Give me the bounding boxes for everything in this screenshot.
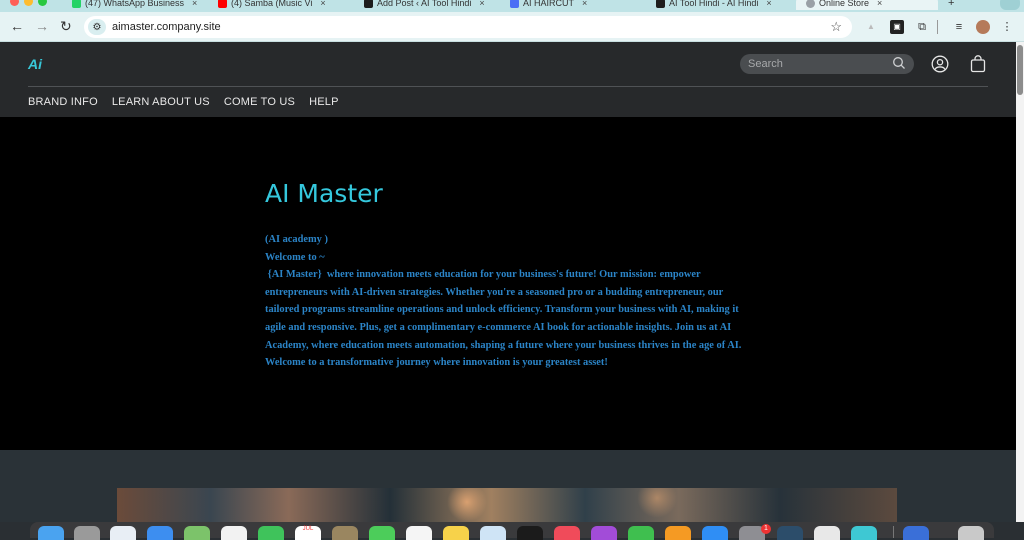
dock-separator bbox=[893, 526, 894, 538]
banner-image bbox=[117, 488, 897, 522]
site-settings-icon[interactable]: ⚙ bbox=[88, 19, 106, 35]
site-header: Ai Search BRAND INFO LEARN ABOUT US COME… bbox=[0, 42, 1016, 117]
close-tab-icon[interactable]: × bbox=[766, 0, 771, 8]
tab-ai-tool-hindi[interactable]: AI Tool Hindi - AI Hindi × bbox=[656, 0, 788, 10]
tab-youtube[interactable]: (4) Samba (Music Vi × bbox=[218, 0, 350, 10]
tab-label: (47) WhatsApp Business bbox=[85, 0, 185, 8]
minimize-window-button[interactable] bbox=[24, 0, 33, 6]
tab-add-post[interactable]: Add Post ‹ AI Tool Hindi × bbox=[364, 0, 496, 10]
close-window-button[interactable] bbox=[10, 0, 19, 6]
tab-whatsapp[interactable]: (47) WhatsApp Business × bbox=[72, 0, 204, 10]
main-nav: BRAND INFO LEARN ABOUT US COME TO US HEL… bbox=[28, 96, 339, 108]
address-bar[interactable]: ⚙ aimaster.company.site ☆ bbox=[84, 16, 852, 38]
nav-help[interactable]: HELP bbox=[309, 96, 339, 108]
whatsapp-icon bbox=[72, 0, 81, 8]
tab-search-icon[interactable] bbox=[1000, 0, 1020, 10]
more-menu-icon[interactable]: ⋮ bbox=[1000, 20, 1014, 34]
media-controls-icon[interactable]: ≡ bbox=[952, 20, 966, 34]
forward-arrow-icon[interactable]: → bbox=[35, 19, 49, 33]
extension-icon[interactable]: ▣ bbox=[890, 20, 904, 34]
header-divider bbox=[28, 86, 988, 87]
close-tab-icon[interactable]: × bbox=[479, 0, 484, 8]
close-tab-icon[interactable]: × bbox=[877, 0, 882, 8]
tab-label: AI HAIRCUT bbox=[523, 0, 575, 8]
hero-welcome: Welcome to ~ bbox=[265, 251, 325, 263]
site-favicon-icon bbox=[510, 0, 519, 8]
browser-tab-strip: (47) WhatsApp Business × (4) Samba (Musi… bbox=[0, 0, 1024, 12]
tab-label: (4) Samba (Music Vi bbox=[231, 0, 313, 8]
new-tab-button[interactable]: + bbox=[948, 0, 954, 10]
close-tab-icon[interactable]: × bbox=[582, 0, 587, 8]
hero-description: (AI academy ) Welcome to ~ {AI Master} w… bbox=[265, 231, 755, 372]
warning-icon[interactable]: ▲ bbox=[864, 20, 878, 34]
youtube-icon bbox=[218, 0, 227, 8]
account-icon[interactable] bbox=[931, 55, 949, 78]
site-logo[interactable]: Ai bbox=[28, 56, 42, 72]
scrollbar-thumb[interactable] bbox=[1017, 45, 1023, 95]
banner-light bbox=[447, 488, 487, 522]
close-tab-icon[interactable]: × bbox=[192, 0, 197, 8]
site-favicon-icon bbox=[364, 0, 373, 8]
banner-light bbox=[637, 488, 677, 518]
zoom-window-button[interactable] bbox=[38, 0, 47, 6]
tab-label: AI Tool Hindi - AI Hindi bbox=[669, 0, 759, 8]
toolbar-divider bbox=[937, 20, 938, 34]
extensions-icon[interactable]: ⧉ bbox=[915, 20, 929, 34]
dock bbox=[30, 522, 994, 538]
tab-label: Add Post ‹ AI Tool Hindi bbox=[377, 0, 472, 8]
globe-icon bbox=[806, 0, 815, 8]
close-tab-icon[interactable]: × bbox=[320, 0, 325, 8]
cart-icon[interactable] bbox=[970, 55, 986, 78]
hero-paragraph: {AI Master} where innovation meets educa… bbox=[265, 269, 744, 369]
back-arrow-icon[interactable]: ← bbox=[10, 19, 24, 33]
search-placeholder: Search bbox=[748, 58, 783, 70]
scrollbar-track[interactable] bbox=[1016, 42, 1024, 522]
hero-title: AI Master bbox=[265, 179, 383, 208]
hero-subtitle: (AI academy ) bbox=[265, 234, 328, 245]
url-text: aimaster.company.site bbox=[112, 21, 221, 33]
search-icon[interactable] bbox=[892, 56, 906, 75]
nav-brand-info[interactable]: BRAND INFO bbox=[28, 96, 98, 108]
bookmark-star-icon[interactable]: ☆ bbox=[830, 19, 842, 35]
webpage: Ai Search BRAND INFO LEARN ABOUT US COME… bbox=[0, 42, 1016, 522]
hero-section: AI Master (AI academy ) Welcome to ~ {AI… bbox=[0, 117, 1016, 450]
tab-online-store[interactable]: Online Store × bbox=[796, 0, 938, 10]
tab-ai-haircut[interactable]: AI HAIRCUT × bbox=[510, 0, 642, 10]
nav-learn-about-us[interactable]: LEARN ABOUT US bbox=[112, 96, 210, 108]
profile-avatar-icon[interactable] bbox=[976, 20, 990, 34]
reload-icon[interactable]: ↻ bbox=[60, 19, 72, 33]
nav-come-to-us[interactable]: COME TO US bbox=[224, 96, 295, 108]
tab-label: Online Store bbox=[819, 0, 870, 8]
browser-toolbar: ← → ↻ ⚙ aimaster.company.site ☆ ▲ ▣ ⧉ ≡ … bbox=[0, 12, 1024, 42]
notification-badge: 1 bbox=[761, 524, 771, 534]
search-input[interactable]: Search bbox=[740, 54, 914, 74]
site-favicon-icon bbox=[656, 0, 665, 8]
